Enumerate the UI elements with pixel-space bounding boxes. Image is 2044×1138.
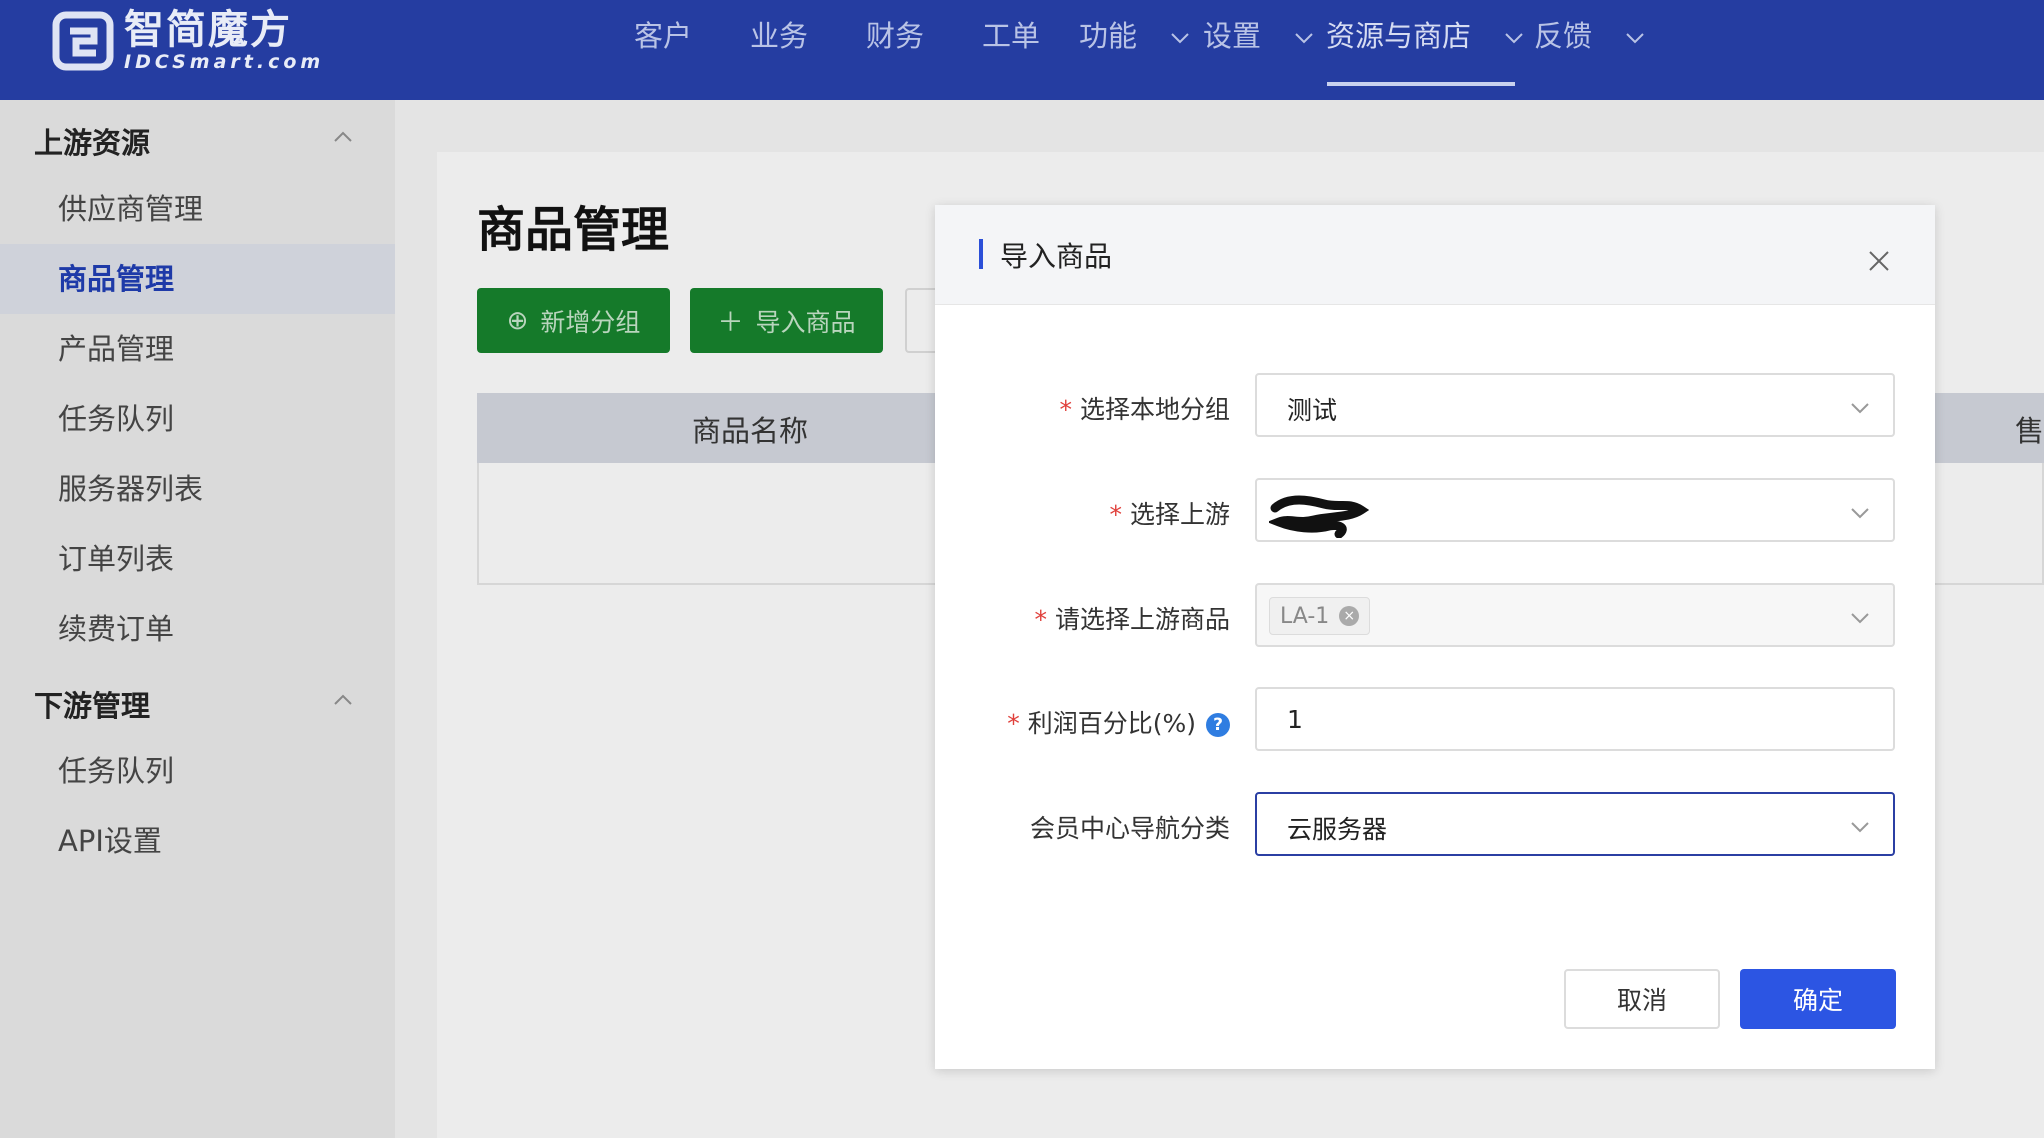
nav-item-resources-store[interactable]: 资源与商店: [1326, 14, 1526, 58]
upstream-select[interactable]: [1255, 478, 1895, 542]
column-header-name: 商品名称: [692, 414, 809, 448]
chevron-down-icon: [1626, 33, 1644, 44]
chevron-down-icon: [1851, 613, 1869, 624]
sidebar-item-renewals[interactable]: 续费订单: [0, 594, 395, 664]
nav-item-function[interactable]: 功能: [1079, 14, 1192, 58]
sidebar-item-servers[interactable]: 服务器列表: [0, 454, 395, 524]
local-group-label: * 选择本地分组: [1059, 395, 1230, 424]
column-header-sale: 售: [2015, 414, 2044, 448]
sidebar-item-downstream-task-queue[interactable]: 任务队列: [0, 736, 395, 806]
dialog-header: 导入商品: [935, 205, 1935, 305]
chevron-down-icon: [1295, 33, 1313, 44]
upstream-label: * 选择上游: [1109, 500, 1230, 529]
plus-icon: ＋: [717, 308, 744, 338]
sidebar-group-downstream[interactable]: 下游管理: [34, 683, 150, 725]
import-product-dialog: 导入商品 * 选择本地分组 测试 * 选择上游 * 请选择上游商品 LA-1 × * 利…: [935, 205, 1935, 1069]
profit-percent-label: * 利润百分比(%)?: [1007, 704, 1230, 740]
local-group-value: 测试: [1287, 396, 1338, 425]
required-mark: *: [1007, 709, 1020, 738]
tag-label: LA-1: [1280, 603, 1330, 629]
import-product-button[interactable]: ＋ 导入商品: [690, 288, 883, 353]
local-group-select[interactable]: 测试: [1255, 373, 1895, 437]
chevron-up-icon[interactable]: [332, 689, 354, 711]
dialog-title: 导入商品: [1000, 240, 1113, 273]
nav-item-ticket[interactable]: 工单: [982, 14, 1040, 58]
sidebar-item-task-queue[interactable]: 任务队列: [0, 384, 395, 454]
upstream-product-label: * 请选择上游商品: [1034, 605, 1230, 634]
main-nav: 客户 业务 财务 工单 功能 设置 资源与商店 反馈: [0, 0, 2044, 100]
page-title: 商品管理: [477, 202, 670, 258]
confirm-button[interactable]: 确定: [1740, 969, 1896, 1029]
sidebar-group-upstream[interactable]: 上游资源: [34, 120, 150, 162]
sidebar-item-goods[interactable]: 商品管理: [0, 244, 395, 314]
redacted-value: [1269, 495, 1369, 538]
profit-percent-value: 1: [1287, 705, 1303, 734]
add-group-button[interactable]: ⊕ 新增分组: [477, 288, 670, 353]
chevron-down-icon: [1171, 33, 1189, 44]
nav-item-customer[interactable]: 客户: [634, 14, 692, 58]
nav-active-indicator: [1327, 82, 1515, 86]
tag-remove-icon[interactable]: ×: [1339, 606, 1360, 626]
member-nav-label: 会员中心导航分类: [1029, 814, 1230, 843]
close-icon[interactable]: [1866, 248, 1892, 274]
nav-item-settings[interactable]: 设置: [1203, 14, 1316, 58]
member-nav-select[interactable]: 云服务器: [1255, 792, 1895, 856]
nav-item-feedback[interactable]: 反馈: [1534, 14, 1647, 58]
required-mark: *: [1109, 500, 1122, 529]
chevron-down-icon: [1851, 403, 1869, 414]
chevron-up-icon[interactable]: [332, 126, 354, 148]
sidebar-item-orders[interactable]: 订单列表: [0, 524, 395, 594]
chevron-down-icon: [1851, 822, 1869, 833]
sidebar-item-suppliers[interactable]: 供应商管理: [0, 174, 395, 244]
top-navbar: 智简魔方 IDCSmart.com 客户 业务 财务 工单 功能 设置 资源与商…: [0, 0, 2044, 100]
plus-circle-icon: ⊕: [506, 305, 529, 336]
selected-tag: LA-1 ×: [1269, 597, 1371, 635]
upstream-product-select[interactable]: LA-1 ×: [1255, 583, 1895, 647]
chevron-down-icon: [1505, 33, 1523, 44]
sidebar: 上游资源 供应商管理 商品管理 产品管理 任务队列 服务器列表 订单列表 续费订…: [0, 100, 395, 1138]
member-nav-value: 云服务器: [1287, 815, 1388, 844]
nav-item-finance[interactable]: 财务: [866, 14, 924, 58]
required-mark: *: [1059, 395, 1072, 424]
cancel-button[interactable]: 取消: [1564, 969, 1720, 1029]
required-mark: *: [1034, 605, 1047, 634]
help-icon[interactable]: ?: [1206, 713, 1230, 737]
title-accent-bar: [979, 239, 983, 269]
profit-percent-input[interactable]: 1: [1255, 687, 1895, 751]
sidebar-item-api-settings[interactable]: API设置: [0, 806, 395, 876]
chevron-down-icon: [1851, 508, 1869, 519]
nav-item-business[interactable]: 业务: [750, 14, 808, 58]
sidebar-item-products[interactable]: 产品管理: [0, 314, 395, 384]
